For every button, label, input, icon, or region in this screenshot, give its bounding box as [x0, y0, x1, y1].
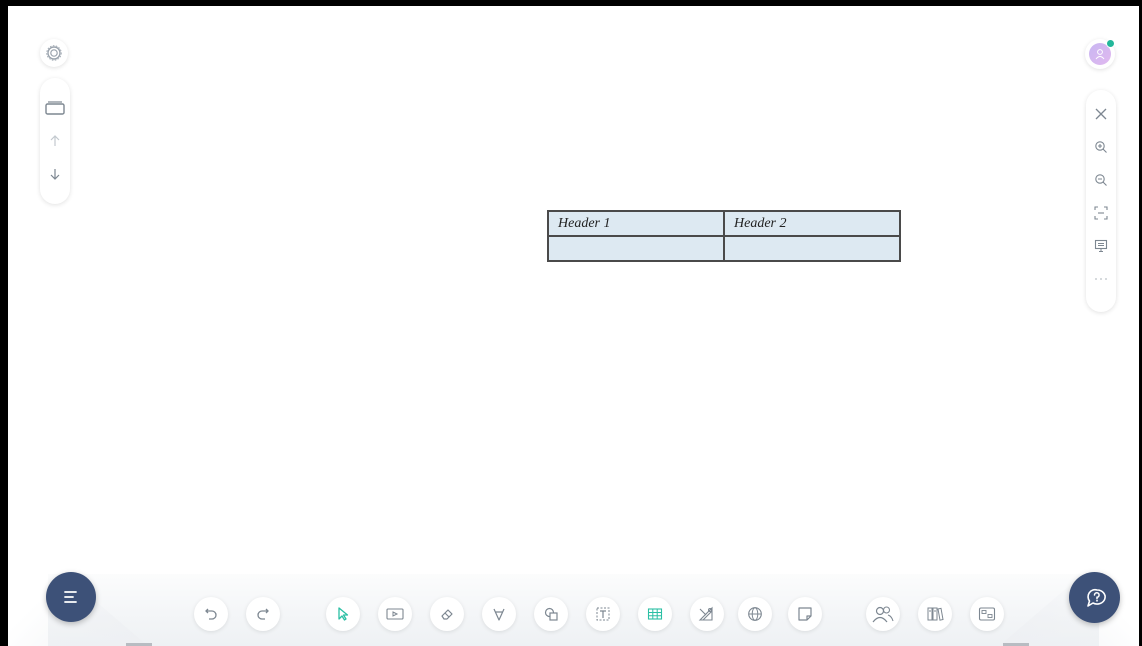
settings-button[interactable]: [40, 39, 68, 67]
library-icon: [926, 606, 944, 622]
pen-tool-button[interactable]: [482, 597, 516, 631]
present-icon: [1094, 239, 1108, 253]
next-page-button[interactable]: [40, 162, 70, 186]
fit-screen-button[interactable]: [1086, 201, 1116, 225]
media-tool-button[interactable]: [378, 597, 412, 631]
fit-screen-icon: [1094, 206, 1108, 220]
online-status-dot: [1106, 39, 1115, 48]
more-icon: [1094, 276, 1108, 282]
zoom-out-icon: [1094, 173, 1108, 187]
avatar-icon: [1094, 48, 1106, 60]
redo-button[interactable]: [246, 597, 280, 631]
undo-button[interactable]: [194, 597, 228, 631]
text-tool-button[interactable]: [586, 597, 620, 631]
select-icon: [335, 606, 351, 622]
table-header-cell-2[interactable]: Header 2: [723, 210, 901, 237]
zoom-out-button[interactable]: [1086, 168, 1116, 192]
help-button[interactable]: [1069, 572, 1120, 623]
pages-button[interactable]: [40, 96, 70, 120]
select-tool-button[interactable]: [326, 597, 360, 631]
arrow-up-icon: [48, 134, 62, 148]
page-navigation-panel: [40, 78, 70, 204]
media-icon: [386, 607, 404, 621]
menu-icon: [63, 590, 79, 604]
page-icon: [45, 101, 65, 115]
library-button[interactable]: [918, 597, 952, 631]
image-tool-button[interactable]: [970, 597, 1004, 631]
previous-page-button[interactable]: [40, 129, 70, 153]
whiteboard-window: Header 1 Header 2: [0, 0, 1142, 646]
table-cell-1[interactable]: [547, 235, 725, 262]
zoom-in-button[interactable]: [1086, 135, 1116, 159]
zoom-in-icon: [1094, 140, 1108, 154]
redo-icon: [255, 606, 271, 622]
pen-icon: [491, 606, 507, 622]
table-header-cell-1[interactable]: Header 1: [547, 210, 725, 237]
arrow-down-icon: [48, 167, 62, 181]
browser-tool-button[interactable]: [738, 597, 772, 631]
present-button[interactable]: [1086, 234, 1116, 258]
close-icon: [1094, 107, 1108, 121]
table-tool-button[interactable]: [638, 597, 672, 631]
image-icon: [978, 606, 996, 622]
table-header-row: Header 1 Header 2: [547, 210, 901, 237]
board-table[interactable]: Header 1 Header 2: [547, 210, 901, 262]
table-icon: [647, 607, 663, 621]
eraser-tool-button[interactable]: [430, 597, 464, 631]
settings-icon: [46, 45, 62, 61]
participants-button[interactable]: [866, 597, 900, 631]
help-chat-icon: [1083, 587, 1107, 609]
main-menu-button[interactable]: [46, 572, 96, 622]
sticky-note-tool-button[interactable]: [788, 597, 822, 631]
close-button[interactable]: [1086, 102, 1116, 126]
shapes-tool-button[interactable]: [534, 597, 568, 631]
undo-icon: [203, 606, 219, 622]
shapes-icon: [543, 606, 559, 622]
table-cell-2[interactable]: [723, 235, 901, 262]
whiteboard-canvas[interactable]: [8, 6, 1139, 646]
user-avatar-button[interactable]: [1085, 39, 1115, 69]
geometry-tool-button[interactable]: [690, 597, 724, 631]
eraser-icon: [439, 606, 455, 622]
more-button[interactable]: [1086, 267, 1116, 291]
geometry-icon: [698, 606, 716, 622]
table-row: [547, 235, 901, 262]
participants-icon: [872, 605, 894, 623]
browser-icon: [747, 606, 763, 622]
text-icon: [595, 606, 611, 622]
view-controls-panel: [1086, 90, 1116, 312]
sticky-note-icon: [797, 606, 813, 622]
